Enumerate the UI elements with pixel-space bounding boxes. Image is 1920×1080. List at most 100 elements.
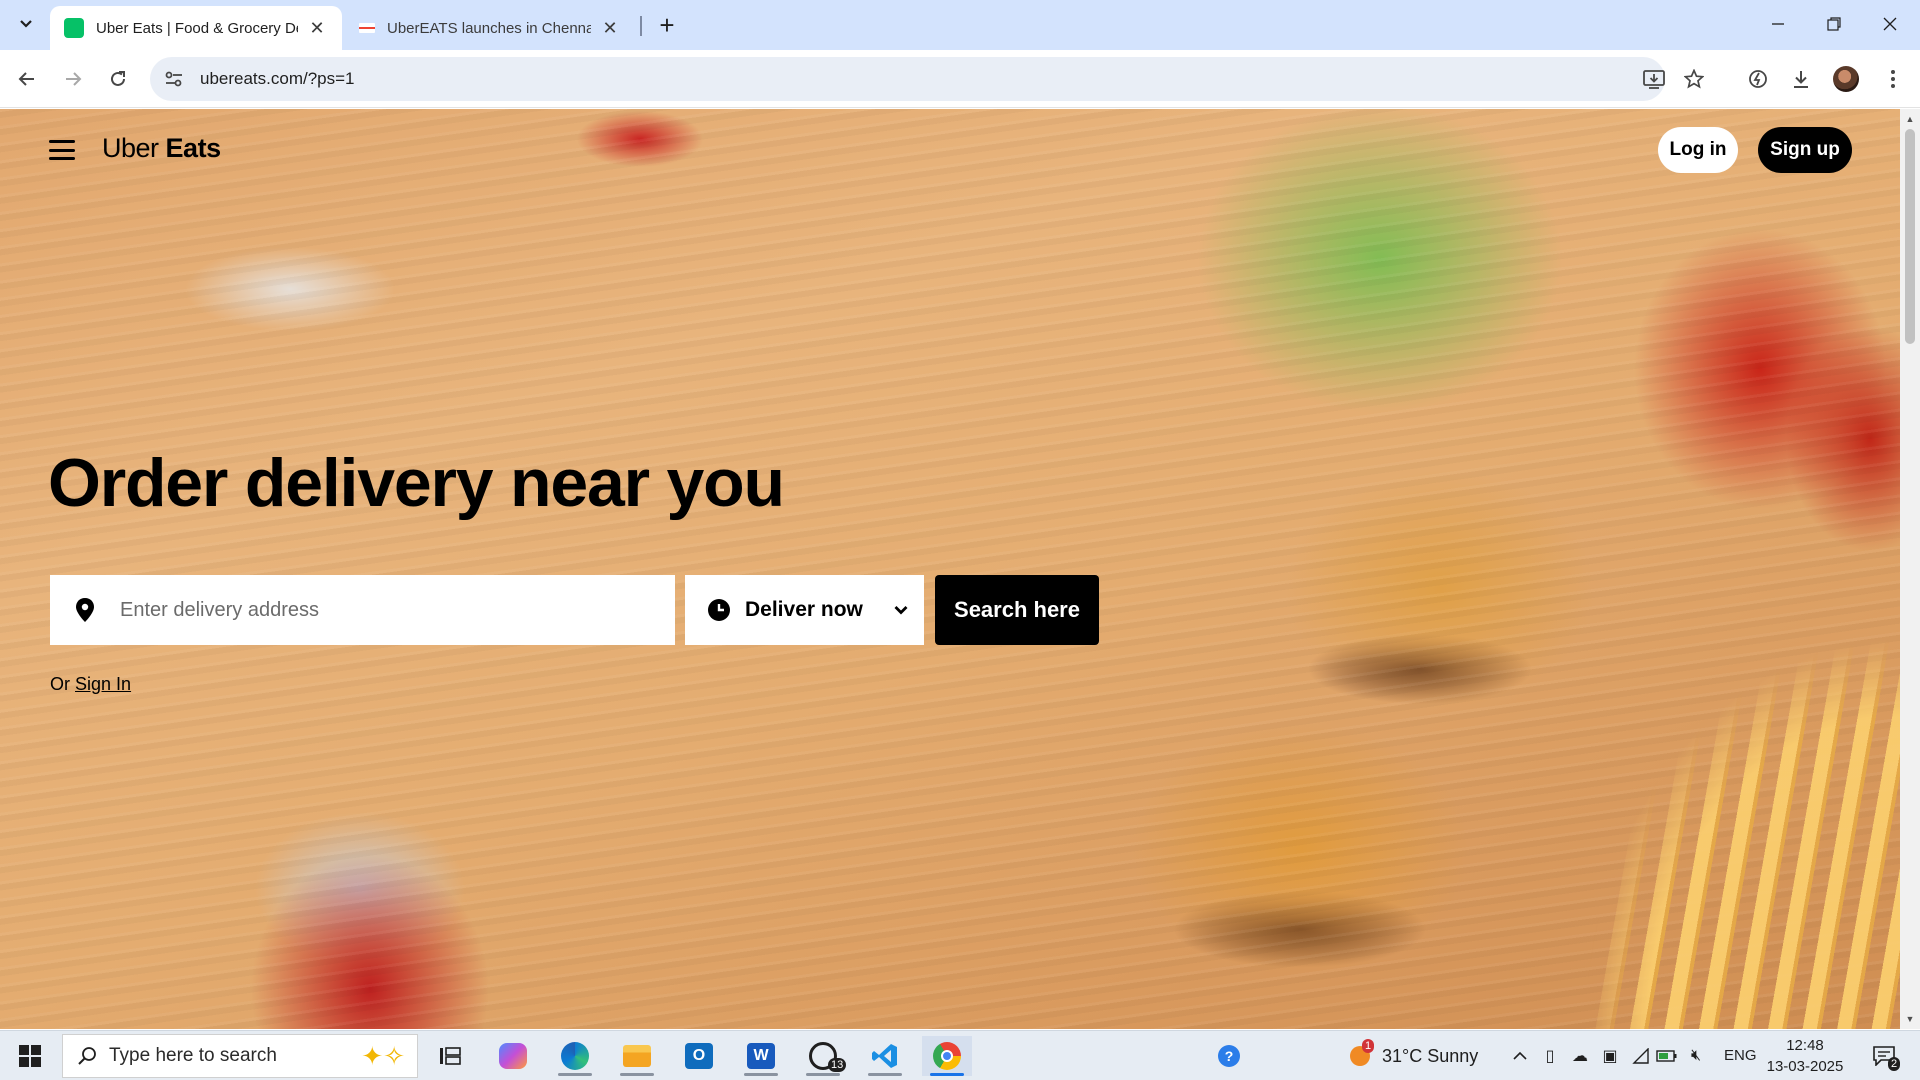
menu-line bbox=[49, 157, 75, 160]
weather-text[interactable]: 31°C Sunny bbox=[1382, 1046, 1478, 1067]
display-icon[interactable]: ▣ bbox=[1598, 1044, 1622, 1068]
running-indicator bbox=[868, 1073, 902, 1076]
page-title: Order delivery near you bbox=[48, 445, 785, 521]
news-favicon-icon bbox=[359, 23, 375, 33]
restore-icon bbox=[1827, 17, 1841, 31]
profile-button[interactable] bbox=[1828, 61, 1864, 97]
more-vertical-icon bbox=[1891, 70, 1895, 88]
arrow-left-icon bbox=[18, 72, 34, 86]
wifi-icon[interactable] bbox=[1628, 1044, 1652, 1068]
windows-logo-icon bbox=[19, 1045, 41, 1067]
clock-time: 12:48 bbox=[1786, 1037, 1824, 1054]
task-view-button[interactable] bbox=[425, 1036, 475, 1076]
folder-icon bbox=[623, 1045, 651, 1067]
reload-icon bbox=[111, 71, 125, 86]
fries-image bbox=[1480, 509, 1900, 1029]
task-view-icon bbox=[440, 1047, 461, 1065]
minimize-button[interactable] bbox=[1750, 0, 1806, 48]
address-input[interactable] bbox=[120, 598, 640, 622]
deliver-time-label: Deliver now bbox=[745, 598, 863, 621]
outlook-icon: O bbox=[685, 1043, 713, 1069]
menu-button[interactable] bbox=[1875, 61, 1911, 97]
tab-news[interactable]: UberEATS launches in Chennai, ✕ bbox=[345, 6, 635, 50]
back-button[interactable] bbox=[9, 61, 45, 97]
active-indicator bbox=[930, 1073, 964, 1076]
tab-search-button[interactable] bbox=[10, 8, 42, 40]
bookmark-button[interactable] bbox=[1676, 61, 1712, 97]
reload-button[interactable] bbox=[100, 61, 136, 97]
star-icon bbox=[1684, 69, 1704, 89]
browser-toolbar: ubereats.com/?ps=1 bbox=[0, 50, 1920, 108]
outlook-app[interactable]: O bbox=[674, 1036, 724, 1076]
tab-title: UberEATS launches in Chennai, bbox=[387, 19, 591, 37]
restore-button[interactable] bbox=[1806, 0, 1862, 48]
running-indicator bbox=[744, 1073, 778, 1076]
chevron-down-icon bbox=[20, 20, 32, 28]
address-bar[interactable]: ubereats.com/?ps=1 bbox=[150, 57, 1665, 101]
chevron-up-icon[interactable] bbox=[1508, 1044, 1532, 1068]
close-icon[interactable]: ✕ bbox=[599, 17, 621, 39]
close-icon[interactable]: ✕ bbox=[306, 17, 328, 39]
scroll-thumb[interactable] bbox=[1905, 129, 1915, 344]
minimize-icon bbox=[1772, 23, 1784, 25]
downloads-button[interactable] bbox=[1783, 61, 1819, 97]
ubereats-favicon-icon bbox=[64, 18, 84, 38]
performance-button[interactable] bbox=[1740, 61, 1776, 97]
forward-button[interactable] bbox=[55, 61, 91, 97]
device-icon[interactable]: ▯ bbox=[1538, 1044, 1562, 1068]
chrome-icon bbox=[933, 1042, 961, 1070]
battery-icon[interactable] bbox=[1655, 1044, 1679, 1068]
signup-button[interactable]: Sign up bbox=[1758, 127, 1852, 173]
menu-line bbox=[49, 148, 75, 152]
clock-date: 13-03-2025 bbox=[1766, 1058, 1844, 1075]
taskbar-search-placeholder: Type here to search bbox=[109, 1045, 277, 1066]
chrome-app[interactable] bbox=[922, 1036, 972, 1076]
scroll-down-arrow-icon[interactable]: ▼ bbox=[1900, 1011, 1920, 1027]
running-indicator bbox=[620, 1073, 654, 1076]
copilot-icon bbox=[499, 1043, 527, 1069]
windows-taskbar: Type here to search ✦✧ O W 13 ? 1 31°C S… bbox=[0, 1030, 1920, 1080]
address-field[interactable] bbox=[50, 575, 675, 645]
url-text: ubereats.com/?ps=1 bbox=[200, 69, 355, 88]
search-here-button[interactable]: Search here bbox=[935, 575, 1099, 645]
clock[interactable]: 12:48 13-03-2025 bbox=[1760, 1035, 1850, 1077]
notifications-badge: 2 bbox=[1888, 1057, 1901, 1071]
word-icon: W bbox=[747, 1043, 775, 1069]
close-window-button[interactable] bbox=[1862, 0, 1918, 48]
weather-badge: 1 bbox=[1362, 1039, 1375, 1053]
clock-icon bbox=[708, 599, 730, 621]
new-tab-button[interactable]: + bbox=[650, 8, 684, 42]
scroll-up-arrow-icon[interactable]: ▲ bbox=[1900, 111, 1920, 127]
menu-line bbox=[49, 140, 75, 143]
help-icon[interactable]: ? bbox=[1215, 1044, 1243, 1068]
running-indicator bbox=[806, 1073, 840, 1076]
tab-ubereats[interactable]: Uber Eats | Food & Grocery Del ✕ bbox=[50, 6, 342, 50]
taskbar-search-box[interactable]: Type here to search ✦✧ bbox=[62, 1034, 418, 1078]
or-signin-text: Or Sign In bbox=[50, 674, 131, 695]
language-indicator[interactable]: ENG bbox=[1724, 1047, 1757, 1064]
uber-eats-logo[interactable]: Uber Eats bbox=[102, 133, 221, 164]
search-icon bbox=[78, 1047, 96, 1065]
edge-app[interactable] bbox=[550, 1036, 600, 1076]
login-button[interactable]: Log in bbox=[1658, 127, 1738, 173]
volume-muted-icon[interactable]: 🔇︎ bbox=[1684, 1044, 1708, 1068]
whatsapp-app[interactable]: 13 bbox=[798, 1036, 848, 1076]
site-info-icon[interactable] bbox=[156, 61, 192, 97]
page-scrollbar[interactable]: ▲ ▼ bbox=[1900, 109, 1920, 1029]
tab-strip: Uber Eats | Food & Grocery Del ✕ UberEAT… bbox=[0, 0, 1920, 50]
word-app[interactable]: W bbox=[736, 1036, 786, 1076]
arrow-right-icon bbox=[66, 72, 82, 86]
deliver-time-dropdown[interactable]: Deliver now bbox=[685, 575, 924, 645]
close-icon bbox=[1883, 17, 1897, 31]
tab-title: Uber Eats | Food & Grocery Del bbox=[96, 19, 298, 37]
copilot-app[interactable] bbox=[488, 1036, 538, 1076]
onedrive-icon[interactable]: ☁ bbox=[1568, 1044, 1592, 1068]
start-button[interactable] bbox=[8, 1036, 52, 1076]
file-explorer-app[interactable] bbox=[612, 1036, 662, 1076]
install-app-button[interactable] bbox=[1636, 61, 1672, 97]
vscode-app[interactable] bbox=[860, 1036, 910, 1076]
hamburger-menu-button[interactable] bbox=[48, 137, 76, 163]
signin-link[interactable]: Sign In bbox=[75, 674, 131, 694]
running-indicator bbox=[558, 1073, 592, 1076]
logo-text-uber: Uber bbox=[102, 133, 159, 163]
